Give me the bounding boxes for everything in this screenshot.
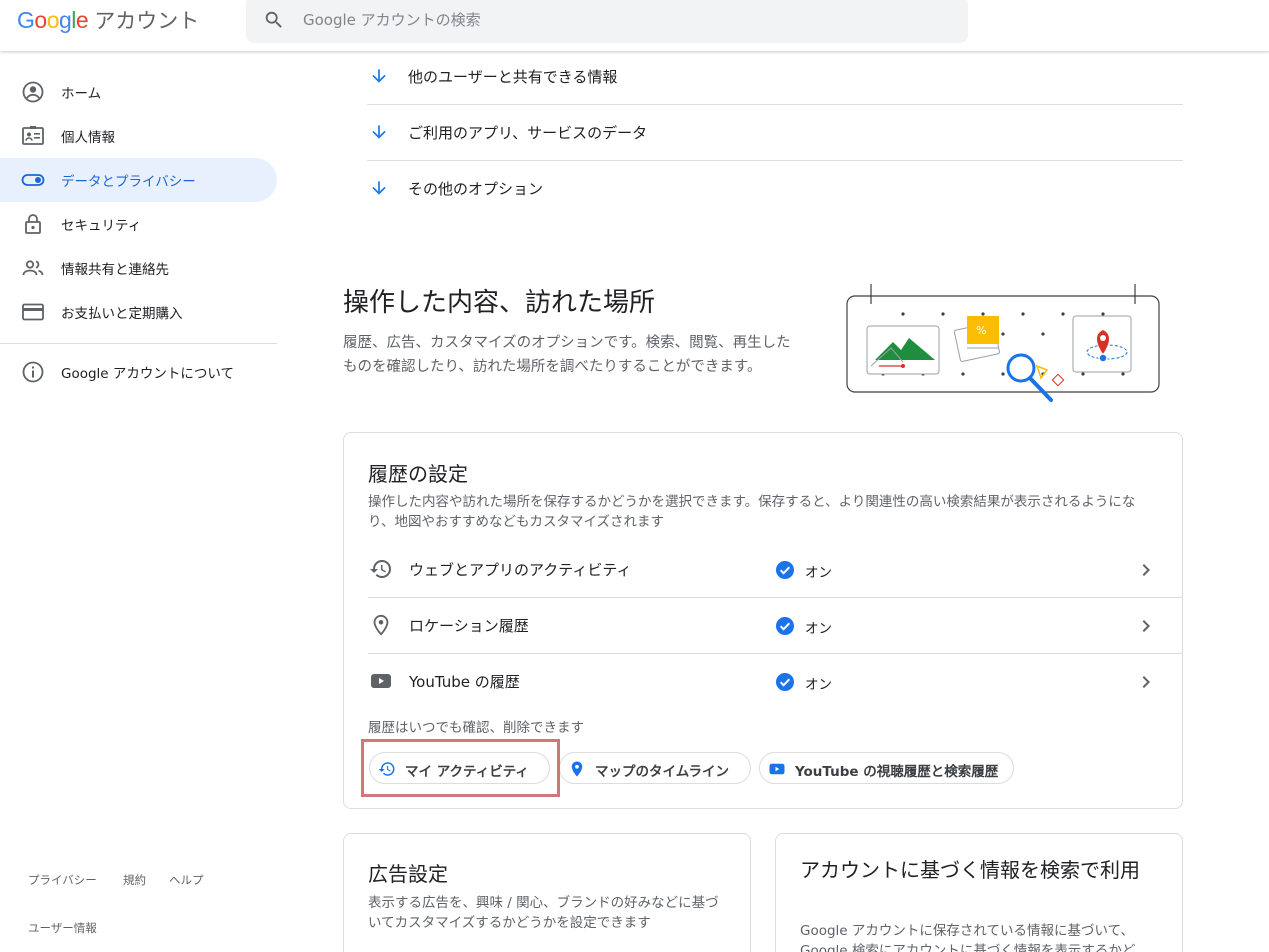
arrow-down-icon: [372, 181, 386, 195]
search-personalization-card[interactable]: アカウントに基づく情報を検索で利用 Google アカウントに保存されている情報…: [775, 833, 1183, 952]
history-settings-card: 履歴の設定 操作した内容や訪れた場所を保存するかどうかを選択できます。保存すると…: [343, 432, 1183, 809]
anchor-other-options[interactable]: その他のオプション: [367, 160, 1183, 216]
sidebar-item-label: 個人情報: [61, 130, 115, 146]
search-input[interactable]: [303, 6, 903, 34]
youtube-history-chip[interactable]: YouTube の視聴履歴と検索履歴: [759, 752, 1014, 784]
footer-user-info-link[interactable]: ユーザー情報: [28, 920, 97, 936]
id-card-icon: [22, 126, 44, 145]
anchor-label: 他のユーザーと共有できる情報: [408, 67, 618, 86]
history-icon: [370, 560, 391, 578]
sidebar-item-personal-info[interactable]: 個人情報: [0, 114, 277, 158]
svg-text:%: %: [976, 324, 986, 337]
sidebar-item-data-privacy[interactable]: データとプライバシー: [0, 158, 277, 202]
row-label: ロケーション履歴: [409, 617, 529, 635]
check-circle-icon: [776, 561, 794, 579]
anchor-label: その他のオプション: [408, 179, 544, 198]
card-title: 広告設定: [368, 862, 448, 886]
history-icon: [378, 762, 395, 776]
check-circle-icon: [776, 617, 794, 635]
sidebar-item-payments[interactable]: お支払いと定期購入: [0, 290, 277, 334]
sidebar-item-label: ホーム: [61, 86, 102, 102]
footer-terms-link[interactable]: 規約: [123, 872, 146, 888]
sidebar-item-label: お支払いと定期購入: [61, 306, 183, 322]
chip-label: YouTube の視聴履歴と検索履歴: [795, 764, 999, 780]
arrow-down-icon: [372, 69, 386, 83]
anchor-label: ご利用のアプリ、サービスのデータ: [408, 123, 648, 142]
chevron-right-icon: [1142, 620, 1150, 632]
card-description: Google アカウントに保存されている情報に基づいて、Google 検索にアカ…: [800, 923, 1136, 952]
sidebar-item-security[interactable]: セキュリティ: [0, 202, 277, 246]
sidebar-item-about[interactable]: Google アカウントについて: [0, 350, 277, 394]
sidebar-item-label: セキュリティ: [61, 218, 142, 234]
status-label: オン: [805, 677, 832, 693]
row-label: ウェブとアプリのアクティビティ: [409, 561, 632, 579]
youtube-icon: [371, 674, 391, 688]
card-title: 履歴の設定: [368, 462, 468, 486]
toggle-icon: [21, 174, 45, 186]
chevron-right-icon: [1142, 564, 1150, 576]
product-name: アカウント: [94, 9, 200, 33]
card-description: 操作した内容や訪れた場所を保存するかどうかを選択できます。保存すると、より関連性…: [368, 494, 1136, 530]
top-app-bar: Google アカウント: [0, 0, 1269, 51]
sidebar-item-home[interactable]: ホーム: [0, 70, 277, 114]
chevron-right-icon: [1142, 676, 1150, 688]
footer-help-link[interactable]: ヘルプ: [169, 872, 204, 888]
google-account-logo[interactable]: Google アカウント: [17, 4, 199, 36]
location-history-row[interactable]: ロケーション履歴 オン: [368, 597, 1183, 653]
search-box[interactable]: [246, 0, 968, 43]
status-label: オン: [805, 565, 832, 581]
sidebar-item-label: 情報共有と連絡先: [61, 262, 169, 278]
section-description: 履歴、広告、カスタマイズのオプションです。検索、閲覧、再生したものを確認したり、…: [343, 335, 791, 375]
status-label: オン: [805, 621, 832, 637]
anchor-shared-info[interactable]: 他のユーザーと共有できる情報: [367, 48, 1183, 104]
footer-privacy-link[interactable]: プライバシー: [28, 872, 97, 888]
info-icon: [22, 361, 44, 383]
anchor-app-data[interactable]: ご利用のアプリ、サービスのデータ: [367, 104, 1183, 160]
account-circle-icon: [22, 81, 44, 103]
sidebar-divider: [0, 343, 277, 344]
youtube-icon: [769, 763, 785, 775]
activity-illustration: %: [846, 284, 1160, 402]
chip-label: マップのタイムライン: [595, 764, 730, 780]
history-note: 履歴はいつでも確認、削除できます: [368, 720, 584, 736]
ad-settings-card[interactable]: 広告設定 表示する広告を、興味 / 関心、ブランドの好みなどに基づいてカスタマイ…: [343, 833, 751, 952]
section-title: 操作した内容、訪れた場所: [343, 288, 656, 318]
sidebar-item-sharing[interactable]: 情報共有と連絡先: [0, 246, 277, 290]
card-title: アカウントに基づく情報を検索で利用: [800, 858, 1140, 882]
chip-label: マイ アクティビティ: [405, 764, 529, 780]
youtube-history-row[interactable]: YouTube の履歴 オン: [368, 653, 1183, 709]
sidebar-item-label: Google アカウントについて: [61, 366, 234, 382]
search-icon: [265, 11, 282, 28]
location-pin-icon: [373, 614, 389, 636]
my-activity-chip[interactable]: マイ アクティビティ: [369, 752, 550, 784]
sidebar-item-label: データとプライバシー: [61, 174, 196, 190]
card-description: 表示する広告を、興味 / 関心、ブランドの好みなどに基づいてカスタマイズするかど…: [368, 895, 719, 931]
location-pin-icon: [571, 761, 583, 777]
web-app-activity-row[interactable]: ウェブとアプリのアクティビティ オン: [368, 541, 1183, 597]
google-logo-text: Google: [17, 6, 89, 33]
people-icon: [22, 260, 44, 276]
credit-card-icon: [22, 303, 44, 321]
maps-timeline-chip[interactable]: マップのタイムライン: [559, 752, 751, 784]
check-circle-icon: [776, 673, 794, 691]
row-label: YouTube の履歴: [409, 673, 520, 691]
lock-icon: [25, 214, 41, 234]
arrow-down-icon: [372, 125, 386, 139]
